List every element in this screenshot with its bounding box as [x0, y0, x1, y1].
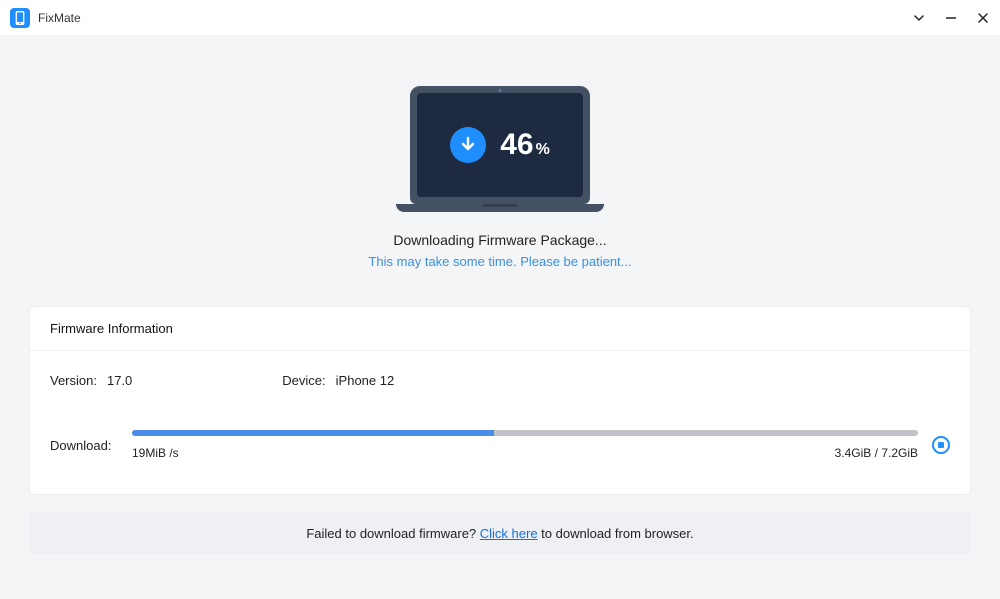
phone-icon — [14, 11, 26, 25]
device-label: Device: — [282, 373, 325, 388]
device-value: iPhone 12 — [336, 373, 395, 388]
laptop-illustration: 46 % — [396, 86, 604, 212]
progress-symbol: % — [536, 141, 550, 159]
footer-suffix: to download from browser. — [538, 526, 694, 541]
download-arrow-icon — [450, 127, 486, 163]
device-kv: Device: iPhone 12 — [282, 373, 394, 388]
panel-heading: Firmware Information — [30, 307, 970, 351]
progress-bar-wrap: 19MiB /s 3.4GiB / 7.2GiB — [132, 430, 918, 460]
titlebar: FixMate — [0, 0, 1000, 36]
content: 46 % Downloading Firmware Package... Thi… — [0, 36, 1000, 555]
info-row: Version: 17.0 Device: iPhone 12 — [50, 373, 950, 388]
status-subtitle: This may take some time. Please be patie… — [30, 254, 970, 269]
laptop-camera-dot — [499, 89, 502, 92]
footer-bar: Failed to download firmware? Click here … — [30, 512, 970, 555]
status-title: Downloading Firmware Package... — [30, 232, 970, 248]
app-name: FixMate — [38, 11, 81, 25]
version-label: Version: — [50, 373, 97, 388]
progress-percent: 46 % — [500, 128, 550, 162]
laptop-screen: 46 % — [417, 93, 583, 197]
laptop-base — [396, 204, 604, 212]
minimize-button[interactable] — [944, 11, 958, 25]
hero: 46 % Downloading Firmware Package... Thi… — [30, 56, 970, 279]
chevron-down-icon[interactable] — [912, 11, 926, 25]
laptop-notch — [482, 204, 518, 207]
app-icon — [10, 8, 30, 28]
window-controls — [912, 11, 990, 25]
progress-bar-track — [132, 430, 918, 436]
footer-prefix: Failed to download firmware? — [306, 526, 479, 541]
download-size: 3.4GiB / 7.2GiB — [835, 446, 918, 460]
close-button[interactable] — [976, 11, 990, 25]
titlebar-left: FixMate — [10, 8, 81, 28]
download-speed: 19MiB /s — [132, 446, 179, 460]
version-value: 17.0 — [107, 373, 132, 388]
stop-button[interactable] — [932, 436, 950, 454]
laptop-bezel: 46 % — [410, 86, 590, 204]
version-kv: Version: 17.0 — [50, 373, 132, 388]
panel-body: Version: 17.0 Device: iPhone 12 Download… — [30, 351, 970, 494]
download-row: Download: 19MiB /s 3.4GiB / 7.2GiB — [50, 430, 950, 460]
progress-meta: 19MiB /s 3.4GiB / 7.2GiB — [132, 446, 918, 460]
download-label: Download: — [50, 438, 118, 453]
footer-link[interactable]: Click here — [480, 526, 538, 541]
firmware-panel: Firmware Information Version: 17.0 Devic… — [30, 307, 970, 494]
progress-number: 46 — [500, 128, 533, 162]
progress-bar-fill — [132, 430, 494, 436]
